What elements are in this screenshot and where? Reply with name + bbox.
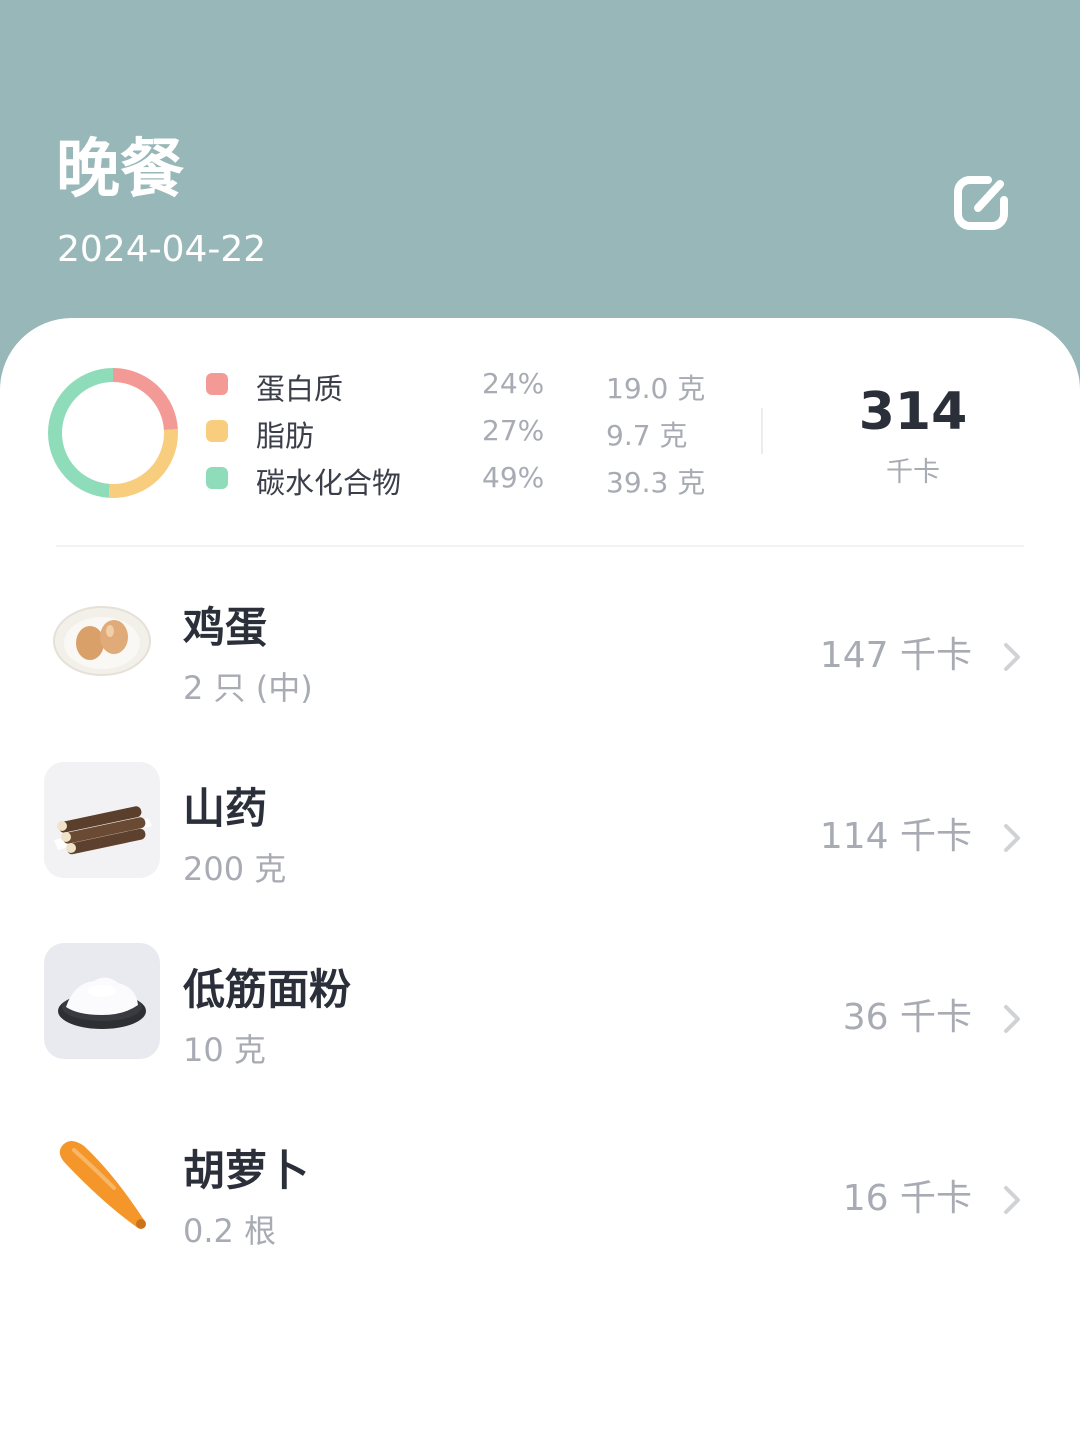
macro-percent: 24% [482, 367, 545, 400]
food-name: 山药 [183, 784, 268, 833]
carbs-dot [206, 467, 228, 489]
chevron-right-icon [1004, 824, 1020, 852]
chevron-right-icon [1004, 643, 1020, 671]
header: 晚餐 2024-04-22 [0, 0, 1080, 340]
macro-row-carbs: 碳水化合物 49% 39.3 克 [206, 458, 726, 505]
food-calories: 16 千卡 [842, 1178, 972, 1219]
food-item-flour[interactable]: 低筋面粉 10 克 36 千卡 [0, 943, 1080, 1124]
macro-amount: 19.0 克 [606, 372, 706, 405]
yam-thumbnail [44, 762, 160, 878]
food-quantity: 2 只 (中) [183, 669, 313, 707]
food-name: 胡萝卜 [183, 1146, 310, 1195]
food-name: 低筋面粉 [183, 965, 352, 1014]
divider [761, 408, 763, 454]
food-item-egg[interactable]: 鸡蛋 2 只 (中) 147 千卡 [0, 581, 1080, 762]
food-quantity: 10 克 [183, 1031, 266, 1069]
macro-amount: 9.7 克 [606, 419, 688, 452]
food-list: 鸡蛋 2 只 (中) 147 千卡 山药 200 克 114 千卡 低筋面粉 1… [0, 581, 1080, 1305]
total-calories: 314 [858, 382, 968, 442]
carrot-thumbnail [44, 1124, 160, 1240]
food-item-yam[interactable]: 山药 200 克 114 千卡 [0, 762, 1080, 943]
macro-donut-chart [48, 368, 178, 498]
protein-dot [206, 373, 228, 395]
edit-button[interactable] [948, 170, 1014, 236]
food-item-carrot[interactable]: 胡萝卜 0.2 根 16 千卡 [0, 1124, 1080, 1305]
meal-card: 蛋白质 24% 19.0 克 脂肪 27% 9.7 克 碳水化合物 49% 39… [0, 318, 1080, 1440]
chevron-right-icon [1004, 1186, 1020, 1214]
food-quantity: 200 克 [183, 850, 287, 888]
macro-name: 脂肪 [256, 419, 315, 453]
flour-thumbnail [44, 943, 160, 1059]
macro-row-fat: 脂肪 27% 9.7 克 [206, 411, 726, 458]
food-calories: 114 千卡 [819, 816, 972, 857]
nutrition-summary: 蛋白质 24% 19.0 克 脂肪 27% 9.7 克 碳水化合物 49% 39… [0, 318, 1080, 547]
total-calories-unit: 千卡 [886, 457, 940, 488]
page-title: 晚餐 [56, 133, 184, 207]
macro-name: 碳水化合物 [256, 466, 402, 500]
macro-row-protein: 蛋白质 24% 19.0 克 [206, 364, 726, 411]
macro-percent: 27% [482, 414, 545, 447]
meal-date: 2024-04-22 [57, 229, 267, 270]
food-quantity: 0.2 根 [183, 1212, 277, 1250]
macro-name: 蛋白质 [256, 372, 344, 406]
food-calories: 36 千卡 [842, 997, 972, 1038]
macro-amount: 39.3 克 [606, 466, 706, 499]
macro-percent: 49% [482, 461, 545, 494]
edit-icon [954, 176, 1008, 230]
egg-thumbnail [44, 581, 160, 697]
food-calories: 147 千卡 [819, 635, 972, 676]
macro-list: 蛋白质 24% 19.0 克 脂肪 27% 9.7 克 碳水化合物 49% 39… [206, 364, 726, 505]
fat-dot [206, 420, 228, 442]
chevron-right-icon [1004, 1005, 1020, 1033]
food-name: 鸡蛋 [183, 603, 268, 652]
divider [56, 545, 1024, 547]
